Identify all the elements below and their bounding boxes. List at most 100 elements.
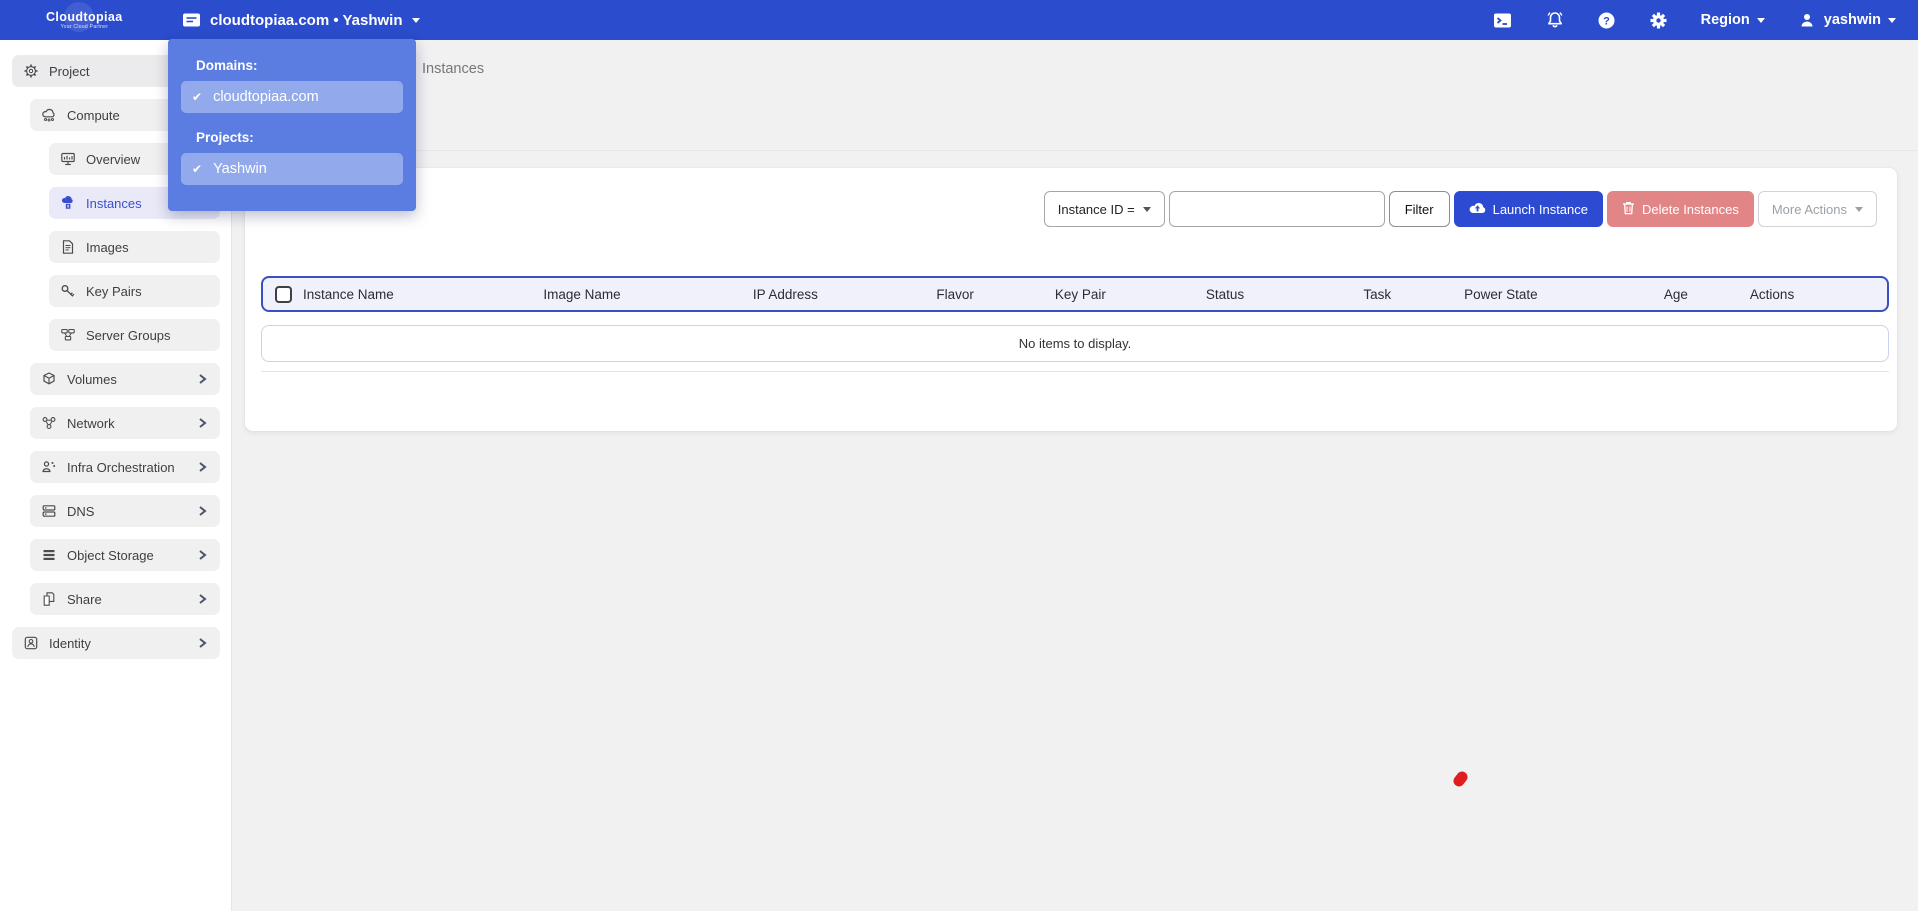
- caret-down-icon: [1855, 207, 1863, 212]
- user-icon: [1797, 10, 1817, 30]
- sidebar-item-share[interactable]: Share: [30, 583, 220, 615]
- column-header[interactable]: IP Address: [753, 287, 937, 302]
- help-icon[interactable]: ?: [1597, 10, 1617, 30]
- console-icon[interactable]: [1493, 10, 1513, 30]
- overview-dashboard-icon: [60, 151, 76, 167]
- region-dropdown[interactable]: Region: [1701, 12, 1765, 28]
- sidebar-item-label: Project: [49, 64, 89, 79]
- domain-option-label: cloudtopiaa.com: [213, 89, 319, 105]
- more-actions-label: More Actions: [1772, 202, 1847, 217]
- settings-gear-icon[interactable]: [1649, 10, 1669, 30]
- launch-instance-label: Launch Instance: [1493, 202, 1588, 217]
- delete-instances-button[interactable]: Delete Instances: [1607, 191, 1754, 227]
- column-header[interactable]: Actions: [1750, 287, 1887, 302]
- project-option-yashwin[interactable]: ✔ Yashwin: [181, 153, 403, 185]
- network-nodes-icon: [41, 415, 57, 431]
- identity-badge-icon: [23, 635, 39, 651]
- filter-button[interactable]: Filter: [1389, 191, 1450, 227]
- sidebar-item-dns[interactable]: DNS: [30, 495, 220, 527]
- images-file-icon: [60, 239, 76, 255]
- sidebar-item-label: Instances: [86, 196, 142, 211]
- server-groups-icon: [60, 327, 76, 343]
- username-label: yashwin: [1824, 12, 1881, 28]
- column-header[interactable]: Age: [1664, 287, 1750, 302]
- main-content: Instances Instance ID = Filter Launch In…: [232, 40, 1918, 911]
- chevron-right-icon: [196, 461, 208, 473]
- sidebar-item-identity[interactable]: Identity: [12, 627, 220, 659]
- project-option-label: Yashwin: [213, 161, 267, 177]
- page-title: Instances: [422, 61, 484, 77]
- svg-text:?: ?: [1603, 15, 1610, 27]
- select-all-cell: [263, 286, 303, 303]
- empty-message: No items to display.: [1019, 336, 1131, 351]
- compute-cloud-icon: [41, 107, 57, 123]
- caret-down-icon: [1143, 207, 1151, 212]
- filter-button-label: Filter: [1405, 202, 1434, 217]
- column-header[interactable]: Flavor: [936, 287, 1055, 302]
- region-label: Region: [1701, 12, 1750, 28]
- select-all-checkbox[interactable]: [275, 286, 292, 303]
- chevron-right-icon: [196, 373, 208, 385]
- brand-tagline: Your Cloud Partner: [60, 24, 108, 30]
- cloud-upload-icon: [1469, 201, 1486, 217]
- topbar: Cloudtopiaa Your Cloud Partner cloudtopi…: [0, 0, 1918, 40]
- sidebar-item-label: Compute: [67, 108, 120, 123]
- project-gear-icon: [23, 63, 39, 79]
- key-icon: [60, 283, 76, 299]
- delete-instances-label: Delete Instances: [1642, 202, 1739, 217]
- more-actions-dropdown[interactable]: More Actions: [1758, 191, 1877, 227]
- sidebar-item-images[interactable]: Images: [49, 231, 220, 263]
- chevron-right-icon: [196, 637, 208, 649]
- sidebar-item-label: Volumes: [67, 372, 117, 387]
- sidebar-item-label: Server Groups: [86, 328, 171, 343]
- caret-down-icon: [1757, 18, 1765, 23]
- context-label: cloudtopiaa.com • Yashwin: [210, 12, 403, 29]
- sidebar-item-key-pairs[interactable]: Key Pairs: [49, 275, 220, 307]
- sidebar-item-label: DNS: [67, 504, 94, 519]
- instances-table-header: Instance Name Image Name IP Address Flav…: [261, 276, 1889, 312]
- table-bottom-divider: [261, 371, 1889, 372]
- caret-down-icon: [412, 18, 420, 23]
- sidebar-item-label: Overview: [86, 152, 140, 167]
- orchestration-person-icon: [41, 459, 57, 475]
- sidebar-item-network[interactable]: Network: [30, 407, 220, 439]
- column-header[interactable]: Status: [1206, 287, 1364, 302]
- sidebar-item-label: Infra Orchestration: [67, 460, 175, 475]
- share-files-icon: [41, 591, 57, 607]
- domain-project-dropdown-panel: Domains: ✔ cloudtopiaa.com Projects: ✔ Y…: [168, 39, 416, 211]
- launch-instance-button[interactable]: Launch Instance: [1454, 191, 1603, 227]
- chevron-right-icon: [196, 593, 208, 605]
- sidebar-item-label: Share: [67, 592, 102, 607]
- chevron-right-icon: [196, 549, 208, 561]
- instances-server-icon: [60, 195, 76, 211]
- domain-project-selector[interactable]: cloudtopiaa.com • Yashwin: [181, 0, 420, 40]
- notifications-bell-icon[interactable]: [1545, 10, 1565, 30]
- instances-toolbar: Instance ID = Filter Launch Instance Del…: [1044, 191, 1877, 227]
- column-header[interactable]: Image Name: [543, 287, 752, 302]
- sidebar-item-volumes[interactable]: Volumes: [30, 363, 220, 395]
- caret-down-icon: [1888, 18, 1896, 23]
- filter-search-input[interactable]: [1169, 191, 1385, 227]
- brand-name: Cloudtopiaa: [46, 10, 123, 24]
- object-storage-bars-icon: [41, 547, 57, 563]
- volumes-cube-icon: [41, 371, 57, 387]
- sidebar-item-infra-orchestration[interactable]: Infra Orchestration: [30, 451, 220, 483]
- column-header[interactable]: Task: [1363, 287, 1464, 302]
- column-header[interactable]: Instance Name: [303, 287, 543, 302]
- dns-servers-icon: [41, 503, 57, 519]
- domain-option-cloudtopiaa[interactable]: ✔ cloudtopiaa.com: [181, 81, 403, 113]
- check-icon: ✔: [192, 90, 202, 104]
- brand-logo: Cloudtopiaa Your Cloud Partner: [46, 10, 123, 30]
- instances-panel: Instance ID = Filter Launch Instance Del…: [245, 168, 1897, 431]
- filter-field-label: Instance ID =: [1058, 202, 1135, 217]
- sidebar-item-label: Key Pairs: [86, 284, 142, 299]
- column-header[interactable]: Key Pair: [1055, 287, 1206, 302]
- filter-field-dropdown[interactable]: Instance ID =: [1044, 191, 1165, 227]
- sidebar-item-object-storage[interactable]: Object Storage: [30, 539, 220, 571]
- column-header[interactable]: Power State: [1464, 287, 1664, 302]
- projects-heading: Projects:: [196, 130, 403, 145]
- sidebar-item-server-groups[interactable]: Server Groups: [49, 319, 220, 351]
- sidebar-item-label: Images: [86, 240, 129, 255]
- sidebar-item-label: Object Storage: [67, 548, 154, 563]
- user-menu[interactable]: yashwin: [1797, 10, 1896, 30]
